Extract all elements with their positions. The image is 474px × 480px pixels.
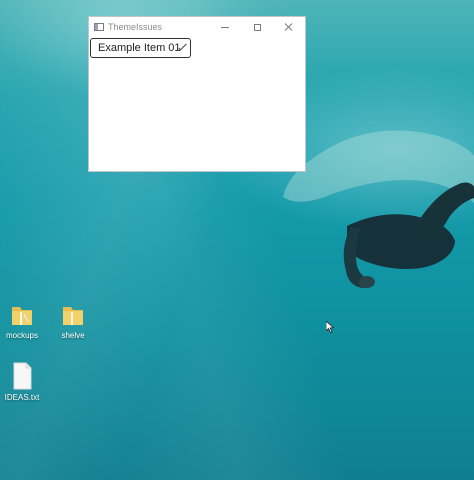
combobox-selected-value: Example Item 01 (98, 42, 181, 54)
folder-icon (0, 300, 44, 328)
minimize-icon (221, 26, 229, 28)
minimize-button[interactable] (209, 17, 241, 37)
close-icon (285, 23, 293, 31)
desktop-icon-label: shelve (61, 331, 85, 340)
maximize-icon (253, 23, 261, 31)
app-window: ThemeIssues Example Item 01 (88, 16, 306, 172)
mouse-cursor-icon (326, 321, 334, 333)
close-button[interactable] (273, 17, 305, 37)
folder-icon (51, 300, 95, 328)
desktop-icon-shelve[interactable]: shelve (51, 300, 95, 340)
window-controls (209, 17, 305, 37)
window-title: ThemeIssues (108, 22, 163, 32)
window-client-area: Example Item 01 (89, 37, 305, 171)
example-combobox[interactable]: Example Item 01 (90, 38, 191, 58)
desktop-icon-mockups[interactable]: mockups (0, 300, 44, 340)
desktop-icon-label: IDEAS.txt (4, 393, 40, 402)
text-file-icon (0, 362, 44, 390)
desktop-icon-ideas[interactable]: IDEAS.txt (0, 362, 44, 402)
desktop-icon-label: mockups (5, 331, 38, 340)
app-icon (94, 23, 104, 31)
window-titlebar[interactable]: ThemeIssues (89, 17, 305, 37)
maximize-button[interactable] (241, 17, 273, 37)
